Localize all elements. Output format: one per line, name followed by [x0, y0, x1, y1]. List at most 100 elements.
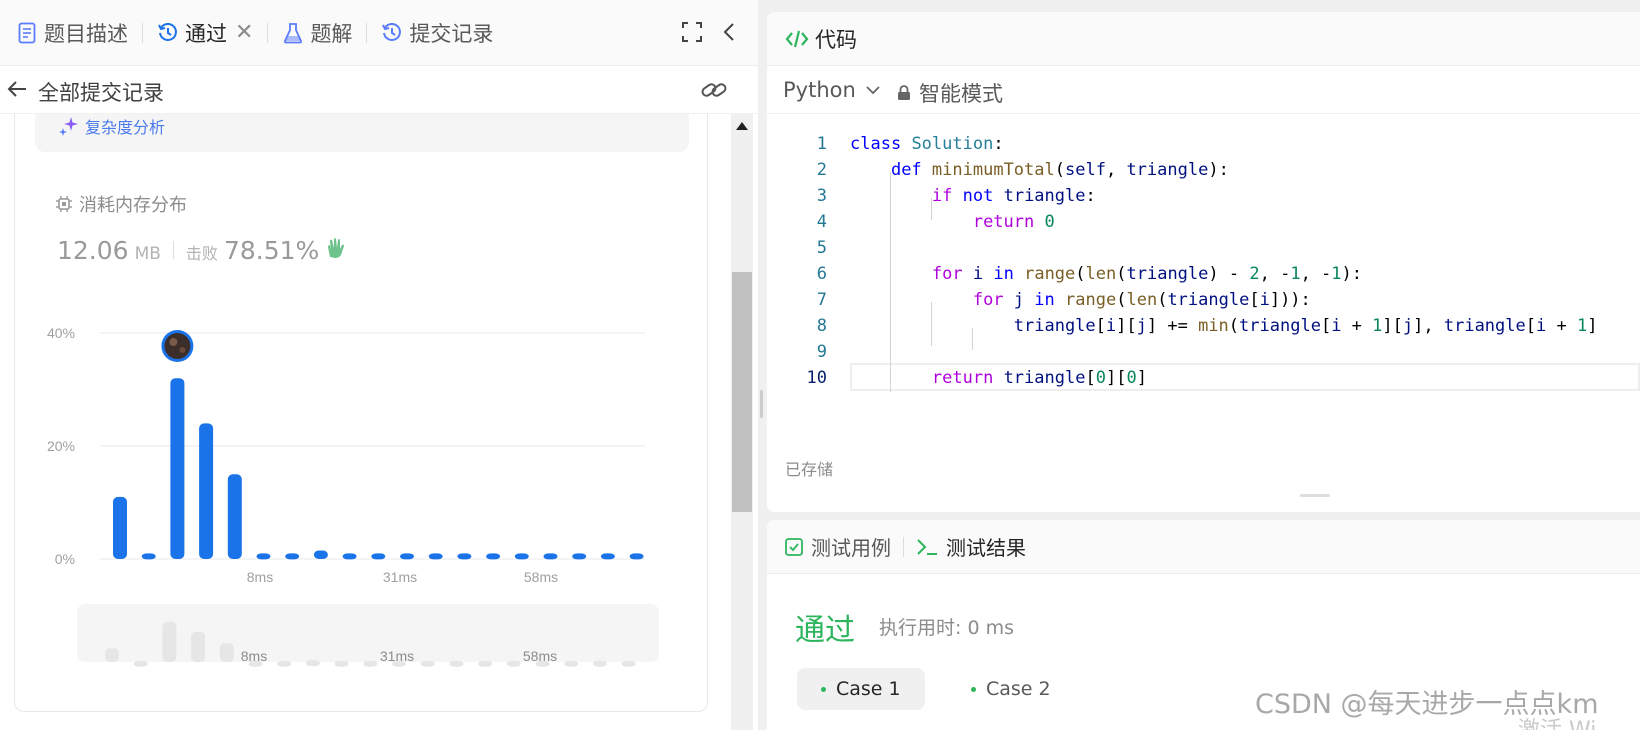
- fullscreen-icon[interactable]: [682, 22, 702, 46]
- chart-bar[interactable]: [629, 553, 644, 560]
- code-text: return 0: [972, 212, 1055, 232]
- tab-test-result[interactable]: 测试结果: [916, 532, 1026, 561]
- tab-testcases[interactable]: 测试用例: [785, 532, 891, 561]
- avatar-detail: [169, 338, 178, 346]
- mini-x-tick-label: 8ms: [241, 648, 267, 664]
- flask-icon: [282, 22, 304, 44]
- case-2-button[interactable]: Case 2: [947, 668, 1075, 710]
- mini-chart-bar: [420, 660, 435, 667]
- submission-detail-card: 复杂度分析 消耗内存分布 12.06 MB 击败 78.51% 40% 20% …: [14, 114, 708, 712]
- chart-bar[interactable]: [428, 553, 443, 560]
- chart-bar[interactable]: [486, 553, 501, 560]
- chart-bar[interactable]: [256, 553, 271, 560]
- y-tick-label: 40%: [47, 325, 75, 341]
- left-scrollbar[interactable]: [731, 114, 753, 730]
- runtime-text: 执行用时: 0 ms: [879, 617, 1014, 639]
- code-line: 5: [767, 238, 1640, 264]
- tab-divider: [366, 22, 368, 43]
- chart-bars: [113, 378, 644, 560]
- mini-chart-bar: [191, 631, 206, 662]
- line-number: 5: [816, 238, 827, 258]
- close-icon[interactable]: ✕: [235, 20, 253, 45]
- tab-solutions[interactable]: 题解: [276, 13, 358, 53]
- avatar-detail: [179, 347, 186, 353]
- mini-chart-bar: [219, 643, 234, 662]
- tab-submissions[interactable]: 提交记录: [375, 13, 499, 53]
- chart-bar[interactable]: [543, 553, 558, 560]
- chart-y-ticks: 40% 20% 0%: [47, 325, 75, 567]
- code-text: return triangle[0][0]: [931, 368, 1147, 388]
- chart-bar[interactable]: [113, 496, 127, 559]
- memory-distribution-chart: 40% 20% 0% 8ms 31ms 58ms 8ms 31ms 58ms: [47, 325, 659, 667]
- chevron-left-icon[interactable]: [722, 22, 736, 46]
- current-submission-marker: [161, 330, 194, 362]
- code-editor[interactable]: 1 class Solution: 2 def minimumTotal(self…: [767, 124, 1640, 392]
- tab-description[interactable]: 题目描述: [10, 13, 134, 53]
- submission-subheader: 全部提交记录: [0, 66, 758, 114]
- chart-bar[interactable]: [141, 553, 156, 560]
- history-icon: [381, 22, 403, 44]
- chart-bar[interactable]: [600, 553, 615, 560]
- chart-bar[interactable]: [371, 553, 386, 560]
- chevron-down-icon: [866, 85, 880, 95]
- vertical-resize-handle[interactable]: [1300, 494, 1330, 497]
- chart-bar[interactable]: [400, 553, 414, 560]
- left-tab-bar: 题目描述 通过 ✕ 题解 提交记录: [0, 0, 758, 66]
- line-number: 10: [806, 368, 827, 388]
- tab-accepted[interactable]: 通过 ✕: [151, 13, 259, 53]
- code-title: 代码: [815, 27, 857, 52]
- link-icon[interactable]: [700, 76, 728, 104]
- mini-chart-bar: [133, 660, 148, 667]
- code-line: 2 def minimumTotal(self, triangle):: [767, 160, 1640, 186]
- panel-resize-handle[interactable]: [760, 390, 763, 418]
- pass-dot-icon: [971, 686, 976, 692]
- activate-windows-watermark: 激活 Wi: [1518, 712, 1596, 730]
- chart-bar[interactable]: [514, 553, 529, 560]
- scroll-thumb[interactable]: [732, 272, 752, 512]
- lock-icon: [897, 85, 911, 101]
- language-select[interactable]: Python: [783, 78, 880, 102]
- mini-x-tick-label: 58ms: [523, 648, 557, 664]
- mini-chart-bar: [162, 621, 177, 662]
- x-tick-label: 58ms: [524, 569, 558, 585]
- chart-bar[interactable]: [342, 553, 357, 560]
- chart-bar[interactable]: [170, 378, 185, 559]
- case-1-button[interactable]: Case 1: [797, 668, 925, 710]
- y-tick-label: 20%: [47, 438, 75, 454]
- pass-dot-icon: [821, 686, 826, 692]
- language-label: Python: [783, 78, 856, 102]
- x-tick-label: 31ms: [383, 569, 417, 585]
- line-number: 6: [816, 264, 827, 284]
- tab-divider: [903, 536, 904, 557]
- app-root: 题目描述 通过 ✕ 题解 提交记录 全部提交记录 复杂度分析 消耗内存分布 12…: [0, 0, 1640, 730]
- code-text: if not triangle:: [931, 186, 1096, 206]
- code-text: def minimumTotal(self, triangle):: [890, 160, 1229, 180]
- chart-bar[interactable]: [313, 550, 328, 559]
- chart-bar[interactable]: [457, 553, 472, 560]
- mode-label: 智能模式: [919, 82, 1003, 106]
- scroll-up-arrow-icon[interactable]: [736, 122, 748, 130]
- chart-bar[interactable]: [199, 423, 214, 559]
- smart-mode-toggle[interactable]: 智能模式: [897, 78, 1003, 108]
- chart-bar[interactable]: [285, 553, 300, 560]
- mini-x-tick-label: 31ms: [380, 648, 414, 664]
- code-toolbar: Python 智能模式: [767, 66, 1640, 114]
- chart-bar[interactable]: [572, 553, 587, 560]
- chart-bar[interactable]: [227, 474, 242, 559]
- code-line: 8 triangle[i][j] += min(triangle[i + 1][…: [767, 316, 1640, 342]
- result-status: 通过: [795, 613, 855, 648]
- back-arrow-icon[interactable]: [6, 78, 32, 102]
- test-tab-bar: 测试用例 测试结果: [767, 520, 1640, 574]
- chart-x-ticks: 8ms 31ms 58ms: [247, 569, 558, 585]
- code-line: 6 for i in range(len(triangle) - 2, -1, …: [767, 264, 1640, 290]
- line-number: 9: [816, 342, 827, 362]
- left-panel: 题目描述 通过 ✕ 题解 提交记录 全部提交记录 复杂度分析 消耗内存分布 12…: [0, 0, 758, 730]
- code-text: class Solution:: [850, 134, 1004, 154]
- line-number: 8: [816, 316, 827, 336]
- code-line: 3 if not triangle:: [767, 186, 1640, 212]
- tab-tools: [682, 22, 736, 46]
- history-icon: [157, 22, 179, 44]
- avatar[interactable]: [164, 333, 191, 359]
- code-line: 4 return 0: [767, 212, 1640, 238]
- mini-chart-bar: [621, 660, 636, 667]
